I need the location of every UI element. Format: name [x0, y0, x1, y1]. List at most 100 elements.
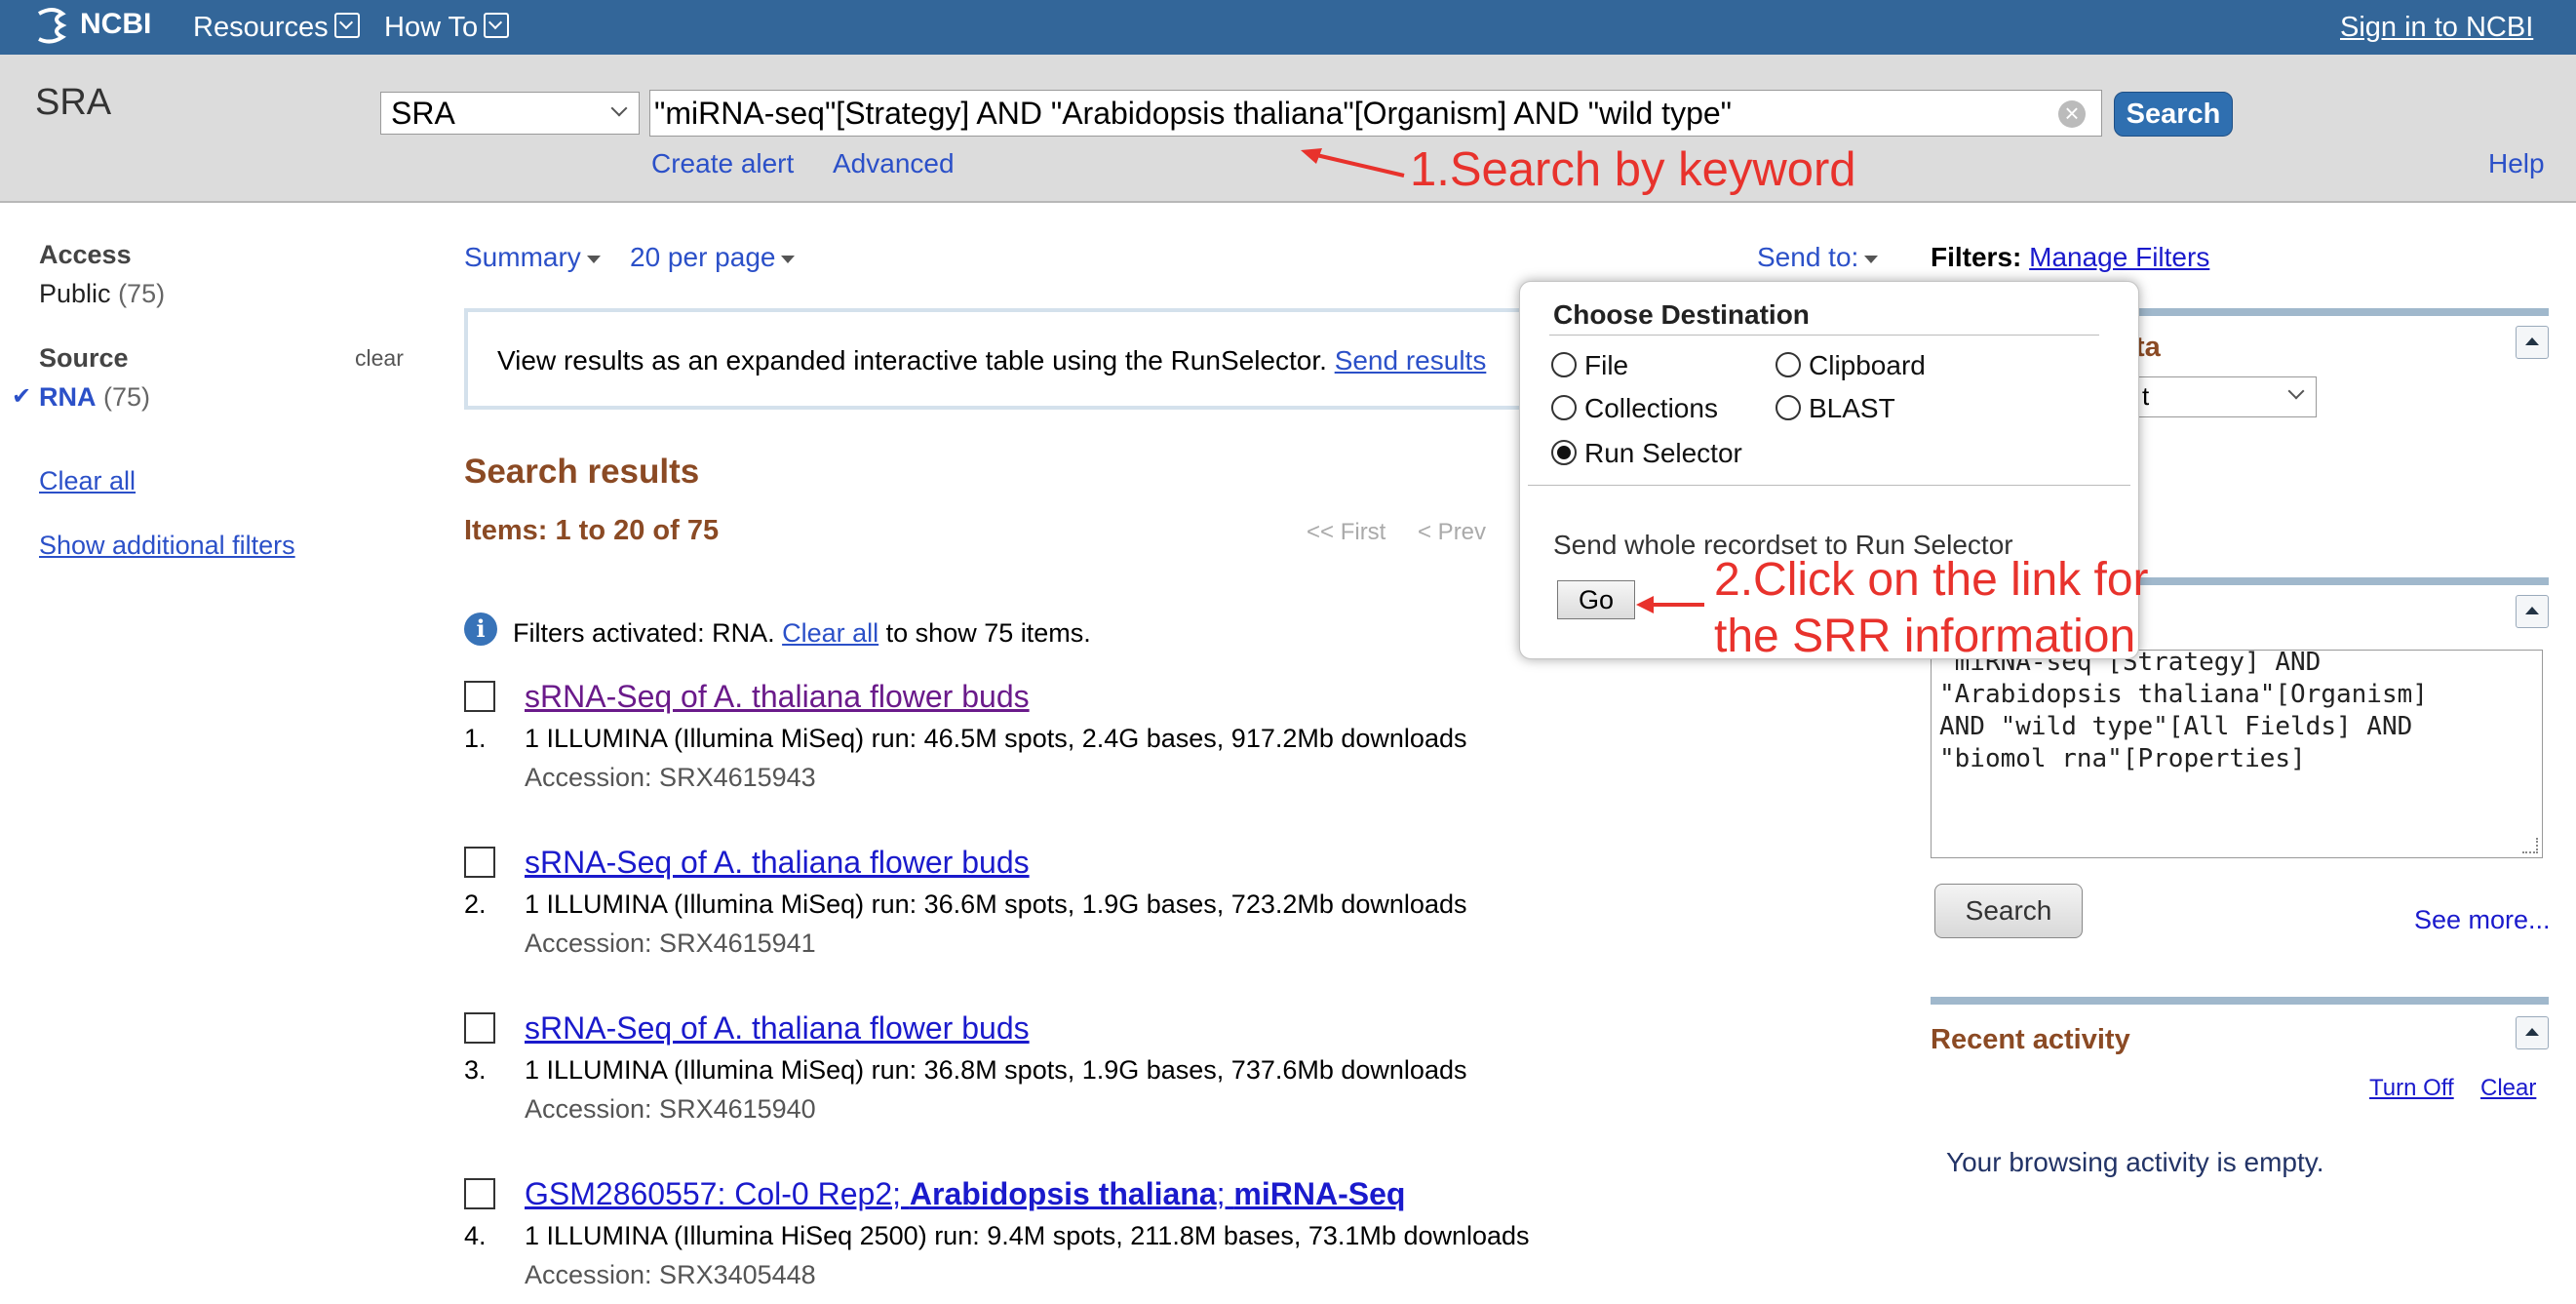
annotation-click-link-line2: the SRR information	[1714, 611, 2136, 662]
howto-menu[interactable]: How To	[384, 12, 510, 44]
collapse-panel-icon[interactable]	[2516, 326, 2549, 359]
result-accession: Accession: SRX4615940	[525, 1094, 816, 1124]
result-accession: Accession: SRX4615943	[525, 763, 816, 792]
result-item: GSM2860557: Col-0 Rep2; Arabidopsis thal…	[464, 1176, 1585, 1303]
search-details-box[interactable]: "miRNA-seq"[Strategy] AND "Arabidopsis t…	[1931, 650, 2543, 858]
first-page-link[interactable]: << First	[1307, 519, 1386, 546]
popup-divider	[1528, 485, 2130, 486]
search-details-button[interactable]: Search	[1934, 884, 2083, 938]
result-checkbox[interactable]	[464, 1178, 495, 1209]
option-clipboard-label: Clipboard	[1809, 350, 1926, 380]
related-data-select[interactable]: t	[2135, 376, 2317, 417]
show-additional-filters-link[interactable]: Show additional filters	[39, 531, 295, 561]
filters-label: Filters:	[1931, 242, 2022, 272]
result-accession: Accession: SRX3405448	[525, 1260, 816, 1289]
clear-all-link[interactable]: Clear all	[39, 466, 136, 496]
popup-title: Choose Destination	[1553, 299, 1810, 330]
access-heading: Access	[39, 240, 132, 269]
annotation-arrow-icon	[1301, 148, 1405, 178]
database-select[interactable]: SRA	[380, 92, 640, 135]
top-navigation-bar: NCBI Resources How To Sign in to NCBI	[0, 0, 2576, 55]
result-title-link[interactable]: sRNA-Seq of A. thaliana flower buds	[525, 1010, 1030, 1047]
howto-label: How To	[384, 12, 479, 43]
filters-activated-note: Filters activated: RNA. Clear all to sho…	[513, 618, 1091, 649]
filter-public-count: (75)	[118, 279, 166, 308]
chevron-down-icon	[333, 13, 360, 39]
ncbi-logo-icon[interactable]	[33, 6, 72, 49]
runselector-banner: View results as an expanded interactive …	[464, 308, 1546, 410]
option-collections-label: Collections	[1584, 393, 1718, 423]
search-query-text: "miRNA-seq"[Strategy] AND "Arabidopsis t…	[654, 96, 1733, 131]
manage-filters-link[interactable]: Manage Filters	[2029, 242, 2209, 272]
send-results-link[interactable]: Send results	[1335, 345, 1487, 375]
send-to-label: Send to:	[1757, 242, 1859, 272]
send-to-dropdown[interactable]: Send to:	[1757, 242, 1879, 273]
caret-down-icon	[586, 255, 601, 263]
result-title-link[interactable]: sRNA-Seq of A. thaliana flower buds	[525, 845, 1030, 881]
prev-page-link[interactable]: < Prev	[1418, 519, 1486, 546]
filters-activated-suffix: to show 75 items.	[885, 618, 1091, 648]
search-details-text: "miRNA-seq"[Strategy] AND "Arabidopsis t…	[1939, 650, 2428, 773]
filter-rna-label: RNA	[39, 382, 97, 412]
clear-search-icon[interactable]: ×	[2058, 100, 2086, 128]
sign-in-link[interactable]: Sign in to NCBI	[2340, 12, 2533, 44]
banner-text-wrap: View results as an expanded interactive …	[497, 345, 1486, 376]
search-button[interactable]: Search	[2114, 92, 2233, 137]
result-title-plain: GSM2860557: Col-0 Rep2;	[525, 1176, 910, 1211]
help-link[interactable]: Help	[2488, 148, 2545, 179]
result-checkbox[interactable]	[464, 847, 495, 878]
see-more-link[interactable]: See more...	[2414, 905, 2551, 935]
result-item: sRNA-Seq of A. thaliana flower buds 3. 1…	[464, 1010, 1537, 1137]
recent-activity-heading: Recent activity	[1931, 1024, 2130, 1055]
option-blast-label: BLAST	[1809, 393, 1895, 423]
filter-rna-count: (75)	[103, 382, 151, 412]
result-title-link[interactable]: GSM2860557: Col-0 Rep2; Arabidopsis thal…	[525, 1176, 1405, 1212]
caret-down-icon	[1864, 255, 1879, 263]
go-button[interactable]: Go	[1557, 580, 1635, 619]
per-page-dropdown[interactable]: 20 per page	[630, 242, 796, 273]
right-panel-bar	[2135, 577, 2549, 585]
radio-file[interactable]	[1551, 352, 1577, 377]
select-chevron-icon	[610, 99, 628, 117]
filter-rna[interactable]: RNA (75)	[39, 382, 150, 413]
checkmark-icon: ✔	[12, 383, 32, 410]
advanced-search-link[interactable]: Advanced	[833, 148, 955, 179]
collapse-panel-icon[interactable]	[2516, 1016, 2549, 1049]
radio-run-selector[interactable]	[1551, 440, 1577, 465]
radio-blast[interactable]	[1776, 395, 1801, 420]
recent-activity-empty: Your browsing activity is empty.	[1946, 1147, 2324, 1177]
chevron-down-icon	[484, 13, 510, 39]
result-number: 3.	[464, 1055, 487, 1085]
source-heading: Source	[39, 343, 129, 373]
result-checkbox[interactable]	[464, 1012, 495, 1044]
result-checkbox[interactable]	[464, 681, 495, 712]
resize-handle-icon[interactable]	[2522, 838, 2538, 853]
annotation-arrow-icon	[1636, 596, 1704, 613]
option-file-label: File	[1584, 350, 1629, 380]
popup-divider	[1549, 335, 2099, 336]
result-title-strategy: miRNA-Seq	[1233, 1176, 1406, 1211]
result-description: 1 ILLUMINA (Illumina MiSeq) run: 46.5M s…	[525, 724, 1467, 753]
summary-dropdown[interactable]: Summary	[464, 242, 601, 273]
collapse-panel-icon[interactable]	[2516, 595, 2549, 628]
result-item: sRNA-Seq of A. thaliana flower buds 2. 1…	[464, 845, 1537, 971]
resources-menu[interactable]: Resources	[193, 12, 360, 44]
filters-clear-all-link[interactable]: Clear all	[782, 618, 878, 648]
banner-text: View results as an expanded interactive …	[497, 345, 1327, 375]
result-description: 1 ILLUMINA (Illumina MiSeq) run: 36.8M s…	[525, 1055, 1467, 1085]
result-title-link[interactable]: sRNA-Seq of A. thaliana flower buds	[525, 679, 1030, 715]
ncbi-logo-text[interactable]: NCBI	[80, 8, 151, 41]
source-clear-link[interactable]: clear	[355, 345, 404, 372]
radio-collections[interactable]	[1551, 395, 1577, 420]
search-input[interactable]: "miRNA-seq"[Strategy] AND "Arabidopsis t…	[649, 90, 2102, 137]
per-page-label: 20 per page	[630, 242, 776, 272]
annotation-search-keyword: 1.Search by keyword	[1410, 143, 1856, 196]
clear-activity-link[interactable]: Clear	[2480, 1075, 2536, 1102]
create-alert-link[interactable]: Create alert	[651, 148, 794, 179]
related-data-select-value: t	[2142, 381, 2150, 411]
radio-clipboard[interactable]	[1776, 352, 1801, 377]
right-panel-bar	[1931, 997, 2549, 1005]
select-chevron-icon	[2287, 382, 2305, 400]
turn-off-link[interactable]: Turn Off	[2369, 1075, 2454, 1102]
filter-public[interactable]: Public (75)	[39, 279, 165, 309]
